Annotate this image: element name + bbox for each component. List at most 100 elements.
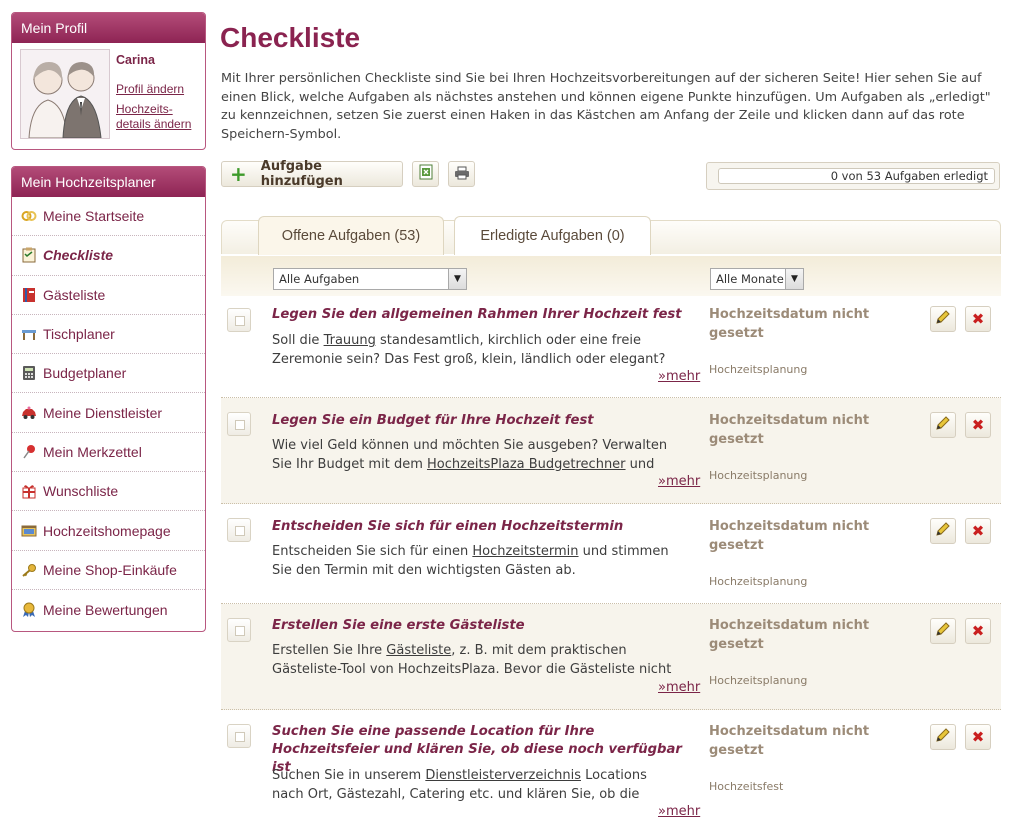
- sidebar-item-startseite[interactable]: Meine Startseite: [12, 197, 205, 237]
- edit-button[interactable]: [930, 306, 956, 332]
- pencil-icon: [935, 309, 951, 329]
- more-link[interactable]: »mehr: [658, 474, 700, 489]
- progress-panel: 0 von 53 Aufgaben erledigt: [706, 162, 1000, 190]
- more-link[interactable]: »mehr: [658, 369, 700, 384]
- task-description-link[interactable]: Gästeliste: [386, 643, 451, 658]
- task-description-link[interactable]: Dienstleisterverzeichnis: [425, 768, 581, 783]
- add-task-label: Aufgabe hinzufügen: [260, 159, 343, 189]
- edit-button[interactable]: [930, 412, 956, 438]
- sidebar-item-wunschliste[interactable]: Wunschliste: [12, 472, 205, 512]
- sidebar-item-label: Mein Merkzettel: [43, 443, 142, 460]
- task-row: Erstellen Sie eine erste Gästeliste Erst…: [221, 604, 1001, 710]
- more-link[interactable]: »mehr: [658, 680, 700, 695]
- edit-button[interactable]: [930, 518, 956, 544]
- sidebar-item-label: Budgetplaner: [43, 365, 127, 382]
- sidebar-item-checkliste[interactable]: Checkliste: [12, 236, 205, 276]
- filter-row: Alle Aufgaben ▼ Alle Monate ▼: [221, 256, 1001, 296]
- car-icon: [21, 405, 37, 421]
- profile-box-title: Mein Profil: [12, 13, 205, 43]
- sidebar-item-shop-einkaeufe[interactable]: Meine Shop-Einkäufe: [12, 551, 205, 590]
- month-filter-value: Alle Monate: [716, 272, 784, 286]
- delete-button[interactable]: ✖: [965, 306, 991, 332]
- task-row: Legen Sie den allgemeinen Rahmen Ihrer H…: [221, 296, 1001, 398]
- task-checkbox[interactable]: [227, 308, 251, 332]
- task-checkbox[interactable]: [227, 724, 251, 748]
- edit-profile-link[interactable]: Profil ändern: [116, 82, 184, 97]
- task-checkbox[interactable]: [227, 618, 251, 642]
- task-description: Entscheiden Sie sich für einen Hochzeits…: [272, 544, 669, 578]
- tab-done-tasks[interactable]: Erledigte Aufgaben (0): [454, 216, 651, 255]
- wedding-details-link-line2[interactable]: details ändern: [116, 117, 191, 132]
- sidebar-item-gaesteliste[interactable]: Gästeliste: [12, 276, 205, 315]
- task-description-link[interactable]: Hochzeitstermin: [472, 544, 578, 559]
- task-row: Entscheiden Sie sich für einen Hochzeits…: [221, 504, 1001, 604]
- sidebar-item-label: Hochzeitshomepage: [43, 522, 171, 539]
- chevron-down-icon: ▼: [785, 269, 803, 289]
- print-button[interactable]: [448, 161, 475, 187]
- tab-open-tasks-label: Offene Aufgaben (53): [281, 228, 421, 244]
- wedding-details-link-line1[interactable]: Hochzeits-: [116, 102, 173, 117]
- sidebar-item-bewertungen[interactable]: Meine Bewertungen: [12, 590, 205, 629]
- task-description-link[interactable]: Trauung: [324, 333, 376, 348]
- edit-button[interactable]: [930, 618, 956, 644]
- delete-button[interactable]: ✖: [965, 412, 991, 438]
- task-date: Hochzeitsdatum nicht gesetzt: [709, 724, 870, 758]
- pin-icon: [21, 444, 37, 460]
- sidebar-item-merkzettel[interactable]: Mein Merkzettel: [12, 433, 205, 473]
- delete-icon: ✖: [971, 622, 985, 640]
- delete-button[interactable]: ✖: [965, 618, 991, 644]
- sidebar-item-hochzeitshomepage[interactable]: Hochzeitshomepage: [12, 511, 205, 551]
- task-category: Hochzeitsplanung: [709, 575, 808, 588]
- excel-icon: [419, 164, 433, 184]
- task-description: Soll die Trauung standesamtlich, kirchli…: [272, 333, 666, 367]
- plus-icon: +: [230, 162, 247, 186]
- planner-nav: Meine Startseite Checkliste Gästeliste T…: [12, 197, 205, 629]
- sidebar-item-label: Meine Bewertungen: [43, 601, 168, 618]
- task-filter-value: Alle Aufgaben: [279, 272, 360, 286]
- task-date: Hochzeitsdatum nicht gesetzt: [709, 519, 870, 553]
- delete-icon: ✖: [971, 416, 985, 434]
- delete-icon: ✖: [971, 728, 985, 746]
- delete-button[interactable]: ✖: [965, 518, 991, 544]
- progress-text: 0 von 53 Aufgaben erledigt: [830, 169, 988, 183]
- more-link[interactable]: »mehr: [658, 804, 700, 819]
- task-title: Legen Sie den allgemeinen Rahmen Ihrer H…: [272, 307, 682, 322]
- avatar[interactable]: [20, 49, 110, 139]
- calculator-icon: [21, 365, 37, 381]
- add-task-button[interactable]: + Aufgabe hinzufügen: [221, 159, 403, 189]
- task-filter-select[interactable]: Alle Aufgaben ▼: [273, 268, 467, 290]
- rings-icon: [21, 208, 37, 224]
- task-checkbox[interactable]: [227, 412, 251, 436]
- profile-name: Carina: [116, 53, 155, 67]
- key-icon: [21, 562, 37, 578]
- table-icon: [21, 326, 37, 342]
- task-date: Hochzeitsdatum nicht gesetzt: [709, 307, 870, 341]
- delete-icon: ✖: [971, 522, 985, 540]
- sidebar-item-label: Meine Startseite: [43, 208, 145, 225]
- edit-button[interactable]: [930, 724, 956, 750]
- task-category: Hochzeitsfest: [709, 780, 784, 793]
- sidebar-item-label: Wunschliste: [43, 483, 119, 500]
- export-excel-button[interactable]: [412, 161, 439, 187]
- planner-box-title: Mein Hochzeitsplaner: [12, 167, 205, 197]
- month-filter-select[interactable]: Alle Monate ▼: [710, 268, 804, 290]
- task-row: Suchen Sie eine passende Location für Ih…: [221, 710, 1001, 833]
- sidebar-item-label: Gästeliste: [43, 286, 106, 303]
- page-title: Checkliste: [220, 22, 361, 53]
- sidebar-item-tischplaner[interactable]: Tischplaner: [12, 315, 205, 355]
- task-title: Erstellen Sie eine erste Gästeliste: [272, 618, 525, 633]
- progress-bar: 0 von 53 Aufgaben erledigt: [718, 168, 995, 184]
- delete-button[interactable]: ✖: [965, 724, 991, 750]
- medal-icon: [21, 602, 37, 618]
- tab-done-tasks-label: Erledigte Aufgaben (0): [480, 228, 625, 244]
- sidebar-item-label: Tischplaner: [43, 326, 115, 343]
- task-description-link[interactable]: HochzeitsPlaza Budgetrechner: [427, 457, 626, 472]
- clipboard-icon: [21, 247, 37, 263]
- task-checkbox[interactable]: [227, 518, 251, 542]
- pencil-icon: [935, 621, 951, 641]
- sidebar-item-dienstleister[interactable]: Meine Dienstleister: [12, 393, 205, 433]
- sidebar-item-budgetplaner[interactable]: Budgetplaner: [12, 354, 205, 394]
- task-title: Entscheiden Sie sich für einen Hochzeits…: [272, 519, 624, 534]
- task-description: Erstellen Sie Ihre Gästeliste, z. B. mit…: [272, 643, 672, 677]
- tab-open-tasks[interactable]: Offene Aufgaben (53): [258, 216, 444, 255]
